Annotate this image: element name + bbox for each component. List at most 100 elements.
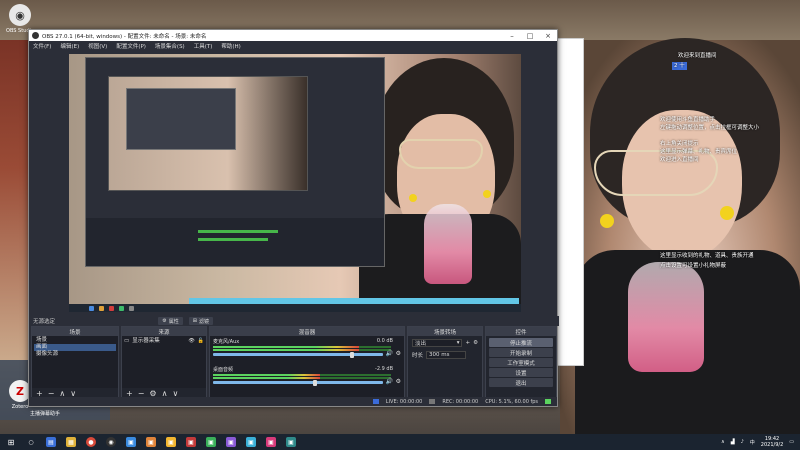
- speaker-icon[interactable]: 🔊: [386, 378, 393, 385]
- search-icon[interactable]: ○: [26, 437, 36, 447]
- volume-meter: [213, 349, 391, 351]
- stop-streaming-button[interactable]: 停止推流: [489, 338, 553, 347]
- filters-button[interactable]: ⊞ 滤镜: [188, 317, 213, 325]
- system-tray: ∧ ▟ ♪ 中 19:42 2021/9/2 ▭: [721, 435, 794, 449]
- scene-item[interactable]: 画面: [34, 344, 116, 351]
- visibility-icon[interactable]: 👁: [188, 337, 194, 345]
- slider-knob[interactable]: [313, 379, 317, 386]
- transitions-header: 场景转场: [408, 327, 482, 336]
- audio-mixer-dock: 混音器 麦克风/Aux 0.0 dB 🔊 ⚙ 桌面音频 -2.9 dB 🔊 ⚙: [209, 326, 405, 400]
- menu-bar: 文件(F) 编辑(E) 视图(V) 配置文件(P) 场景集合(S) 工具(T) …: [29, 41, 557, 51]
- menu-file[interactable]: 文件(F): [33, 42, 51, 50]
- transition-select[interactable]: 淡出 ▾: [412, 339, 463, 347]
- clock[interactable]: 19:42 2021/9/2: [761, 436, 783, 448]
- close-icon[interactable]: ×: [539, 30, 557, 41]
- controls-dock: 控件 停止推流 开始录制 工作室模式 设置 退出: [485, 326, 557, 400]
- track-db: 0.0 dB: [376, 338, 393, 344]
- controls-body: 停止推流 开始录制 工作室模式 设置 退出: [486, 337, 556, 388]
- chevron-down-icon: ▾: [456, 340, 460, 346]
- gear-icon[interactable]: ⚙: [473, 340, 478, 346]
- menu-help[interactable]: 帮助(H): [221, 42, 240, 50]
- desktop-icon-label: Zotero: [11, 404, 29, 410]
- overlay-badge: 2 十: [672, 62, 687, 70]
- app-icon[interactable]: ▣: [266, 437, 276, 447]
- notification-icon[interactable]: ▭: [789, 439, 794, 445]
- menu-profile[interactable]: 配置文件(P): [116, 42, 146, 50]
- scenes-dock: 场景 场景 画面 摄像头源 + − ∧ ∨: [31, 326, 119, 400]
- track-db: -2.9 dB: [375, 366, 393, 372]
- app-icon[interactable]: ▣: [246, 437, 256, 447]
- duration-label: 时长: [412, 353, 424, 359]
- chevron-up-icon[interactable]: ∧: [721, 439, 725, 445]
- exit-button[interactable]: 退出: [489, 378, 553, 387]
- menu-tools[interactable]: 工具(T): [194, 42, 213, 50]
- speaker-icon[interactable]: 🔊: [386, 350, 393, 357]
- window-title: OBS 27.0.1 (64-bit, windows) - 配置文件: 未命名…: [42, 33, 207, 40]
- scene-item[interactable]: 场景: [34, 337, 116, 344]
- gear-icon[interactable]: ⚙: [396, 378, 401, 385]
- watermark-text: 主播弹幕助手: [30, 411, 61, 417]
- app-icon[interactable]: ▣: [286, 437, 296, 447]
- slider-knob[interactable]: [350, 351, 355, 358]
- menu-view[interactable]: 视图(V): [88, 42, 107, 50]
- overlay-line: 右上角关闭提示: [660, 141, 699, 147]
- input-method-icon[interactable]: 中: [750, 439, 755, 446]
- menu-edit[interactable]: 编辑(E): [60, 42, 79, 50]
- studio-mode-button[interactable]: 工作室模式: [489, 358, 553, 367]
- browser-window-edge[interactable]: [556, 38, 584, 366]
- transition-duration-row: 时长 300 ms: [408, 349, 482, 361]
- cpu-fps: CPU: 5.1%, 60.00 fps: [485, 398, 538, 405]
- gear-icon[interactable]: ⚙: [396, 350, 401, 357]
- obs-titlebar[interactable]: OBS 27.0.1 (64-bit, windows) - 配置文件: 未命名…: [29, 30, 557, 41]
- chrome-icon[interactable]: ●: [86, 437, 96, 447]
- no-source-label: 无源选定: [33, 319, 56, 325]
- app-icon[interactable]: ▣: [226, 437, 236, 447]
- source-item[interactable]: ▭ 显示器采集 👁 🔓: [124, 337, 204, 345]
- filter-icon: ⊞: [192, 318, 197, 324]
- meter-level: [213, 349, 359, 351]
- start-recording-button[interactable]: 开始录制: [489, 348, 553, 357]
- smiley-earring-icon: [720, 206, 734, 220]
- sources-dock: 来源 ▭ 显示器采集 👁 🔓 + − ⚙ ∧ ∨: [121, 326, 207, 400]
- maximize-icon[interactable]: □: [521, 30, 539, 41]
- menu-scene-collection[interactable]: 场景集合(S): [155, 42, 185, 50]
- nested-dock-panel: [86, 218, 384, 266]
- task-icon: [119, 306, 124, 311]
- scenes-list: 场景 画面 摄像头源: [32, 336, 118, 388]
- transition-select-value: 淡出: [415, 341, 427, 347]
- filters-button-label: 滤镜: [198, 318, 209, 325]
- network-icon[interactable]: ▟: [731, 439, 735, 445]
- app-icon[interactable]: ▣: [186, 437, 196, 447]
- preview-drink-cup: [424, 204, 472, 284]
- task-icon: [89, 306, 94, 311]
- volume-meter: [213, 346, 391, 348]
- preview-taskbar: [69, 304, 521, 312]
- clock-date: 2021/9/2: [760, 442, 784, 448]
- properties-button[interactable]: ⚙ 属性: [158, 317, 183, 325]
- obs-statusbar: LIVE: 00:00:00 REC: 00:00:00 CPU: 5.1%, …: [29, 397, 557, 406]
- minimize-icon[interactable]: –: [503, 30, 521, 41]
- volume-slider[interactable]: [213, 379, 383, 386]
- add-icon[interactable]: +: [465, 340, 470, 346]
- nested-meter: [198, 230, 278, 233]
- obs-taskbar-icon[interactable]: ◉: [106, 437, 116, 447]
- speaker-icon[interactable]: ♪: [741, 439, 744, 445]
- duration-input[interactable]: 300 ms: [426, 351, 467, 359]
- file-explorer-icon[interactable]: ▦: [66, 437, 76, 447]
- preview-glasses: [399, 139, 483, 169]
- windows-start-icon[interactable]: ⊞: [6, 437, 16, 447]
- lock-icon[interactable]: 🔓: [198, 337, 204, 345]
- app-icon[interactable]: ▣: [126, 437, 136, 447]
- scene-item[interactable]: 摄像头源: [34, 351, 116, 358]
- volume-slider[interactable]: [213, 351, 383, 358]
- rec-indicator-icon: [429, 399, 436, 404]
- preview-canvas[interactable]: [69, 54, 521, 312]
- sources-list: ▭ 显示器采集 👁 🔓: [122, 336, 206, 388]
- nested-preview-deeper: [126, 88, 236, 150]
- task-view-icon[interactable]: ▤: [46, 437, 56, 447]
- app-icon[interactable]: ▣: [146, 437, 156, 447]
- settings-button[interactable]: 设置: [489, 368, 553, 377]
- properties-button-label: 属性: [168, 318, 179, 325]
- app-icon[interactable]: ▣: [166, 437, 176, 447]
- app-icon[interactable]: ▣: [206, 437, 216, 447]
